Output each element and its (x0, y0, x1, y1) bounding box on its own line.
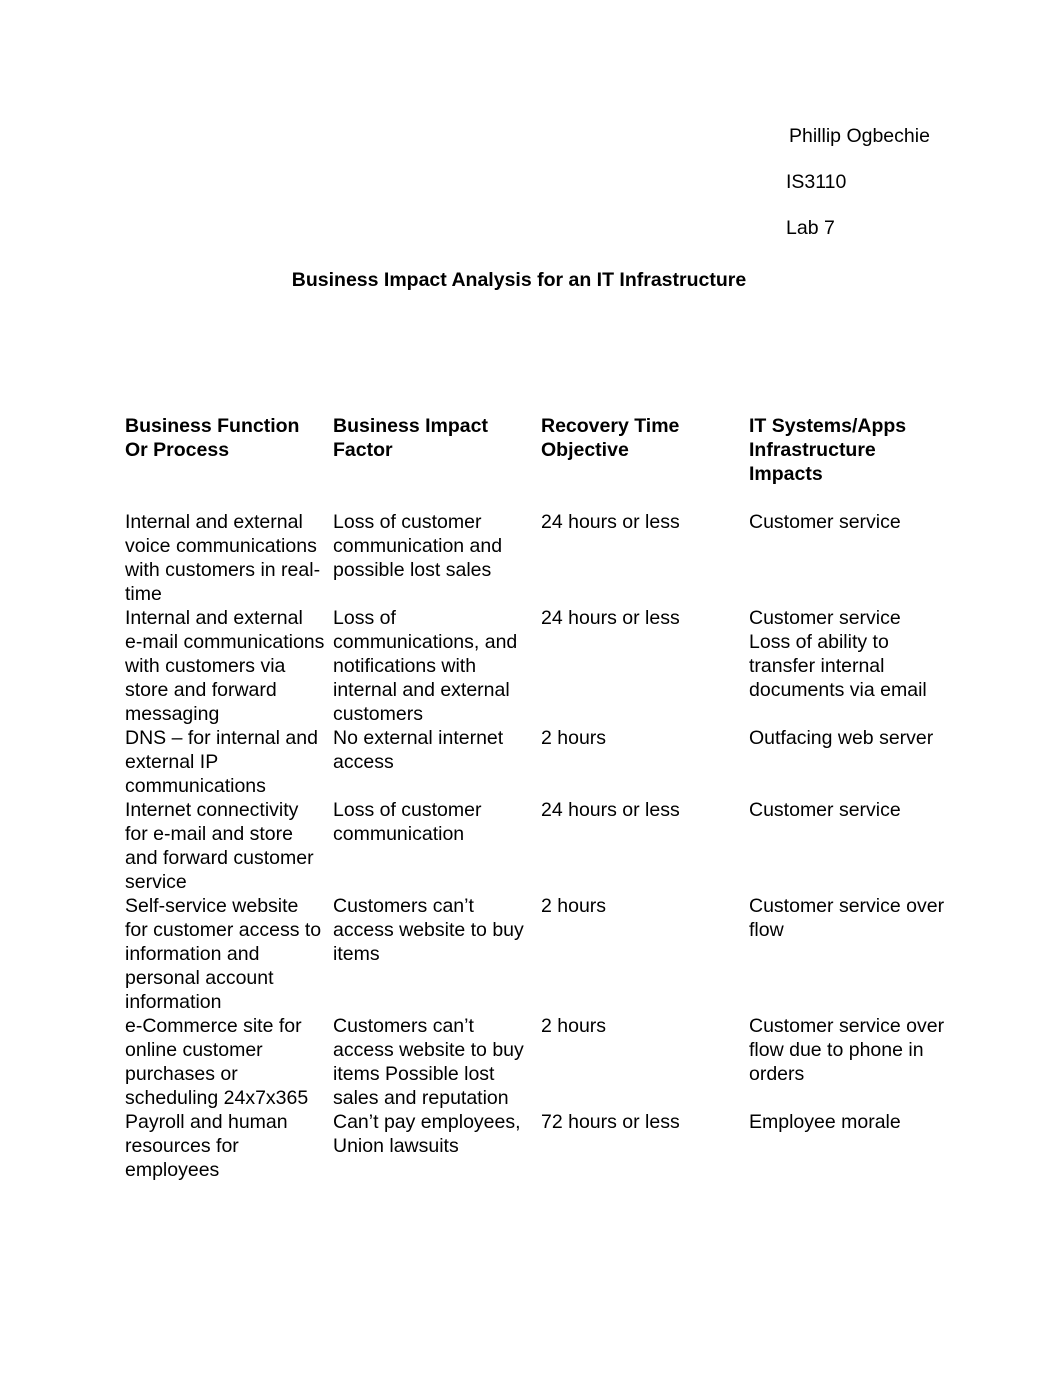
cell-it-systems-impacts: Customer service over flow (749, 895, 945, 941)
cell-business-impact-factor: Can’t pay employees, Union lawsuits (333, 1111, 521, 1157)
cell-it-systems-impacts: Employee morale (749, 1111, 901, 1133)
cell-business-impact-factor: Loss of customer communication (333, 799, 482, 845)
cell-recovery-time-objective: 24 hours or less (541, 799, 680, 821)
table-row: DNS – for internal and external IP commu… (125, 726, 955, 798)
heading-line-author: Phillip Ogbechie (789, 125, 930, 147)
table-row: Internet connectivity for e-mail and sto… (125, 798, 955, 894)
column-header-business-impact-factor: Business Impact Factor (333, 415, 488, 461)
cell-business-impact-factor: No external internet access (333, 727, 504, 773)
cell-business-function: Internal and external e-mail communicati… (125, 607, 325, 725)
column-header-recovery-time-objective: Recovery Time Objective (541, 415, 680, 461)
page-title: Business Impact Analysis for an IT Infra… (291, 269, 747, 291)
business-impact-analysis-table: Business Function Or Process Business Im… (125, 414, 955, 1182)
table-body: Internal and external voice communicatio… (125, 510, 955, 1182)
cell-it-systems-impacts: Customer service Loss of ability to tran… (749, 607, 927, 701)
cell-business-function: e-Commerce site for online customer purc… (125, 1015, 309, 1109)
cell-recovery-time-objective: 2 hours (541, 727, 607, 749)
table-row: Internal and external voice communicatio… (125, 510, 955, 606)
column-header-business-function: Business Function Or Process (125, 415, 300, 461)
cell-it-systems-impacts: Outfacing web server (749, 727, 934, 749)
table-header: Business Function Or Process Business Im… (125, 414, 955, 510)
cell-business-impact-factor: Customers can’t access website to buy it… (333, 1015, 524, 1109)
cell-recovery-time-objective: 24 hours or less (541, 511, 680, 533)
table-row: e-Commerce site for online customer purc… (125, 1014, 955, 1110)
cell-business-impact-factor: Customers can’t access website to buy it… (333, 895, 524, 965)
table-row: Self-service website for customer access… (125, 894, 955, 1014)
table-header-row: Business Function Or Process Business Im… (125, 414, 955, 510)
document-page: Phillip Ogbechie IS3110 Lab 7 Business I… (0, 0, 1062, 1377)
cell-business-impact-factor: Loss of customer communication and possi… (333, 511, 503, 581)
cell-recovery-time-objective: 24 hours or less (541, 607, 680, 629)
cell-business-impact-factor: Loss of communications, and notification… (333, 607, 518, 725)
cell-business-function: Payroll and human resources for employee… (125, 1111, 288, 1181)
cell-recovery-time-objective: 2 hours (541, 895, 607, 917)
cell-it-systems-impacts: Customer service (749, 511, 901, 533)
table-row: Internal and external e-mail communicati… (125, 606, 955, 726)
cell-business-function: Internal and external voice communicatio… (125, 511, 321, 605)
column-header-it-systems-apps: IT Systems/Apps Infrastructure Impacts (749, 415, 907, 485)
cell-business-function: Internet connectivity for e-mail and sto… (125, 799, 314, 893)
document-heading-block: Phillip Ogbechie IS3110 Lab 7 (786, 124, 1062, 262)
cell-business-function: Self-service website for customer access… (125, 895, 322, 1013)
heading-line-course: IS3110 (786, 171, 847, 193)
cell-it-systems-impacts: Customer service (749, 799, 901, 821)
cell-it-systems-impacts: Customer service over flow due to phone … (749, 1015, 945, 1085)
cell-business-function: DNS – for internal and external IP commu… (125, 727, 318, 797)
cell-recovery-time-objective: 2 hours (541, 1015, 607, 1037)
heading-line-lab: Lab 7 (786, 217, 835, 239)
cell-recovery-time-objective: 72 hours or less (541, 1111, 680, 1133)
table-row: Payroll and human resources for employee… (125, 1110, 955, 1182)
